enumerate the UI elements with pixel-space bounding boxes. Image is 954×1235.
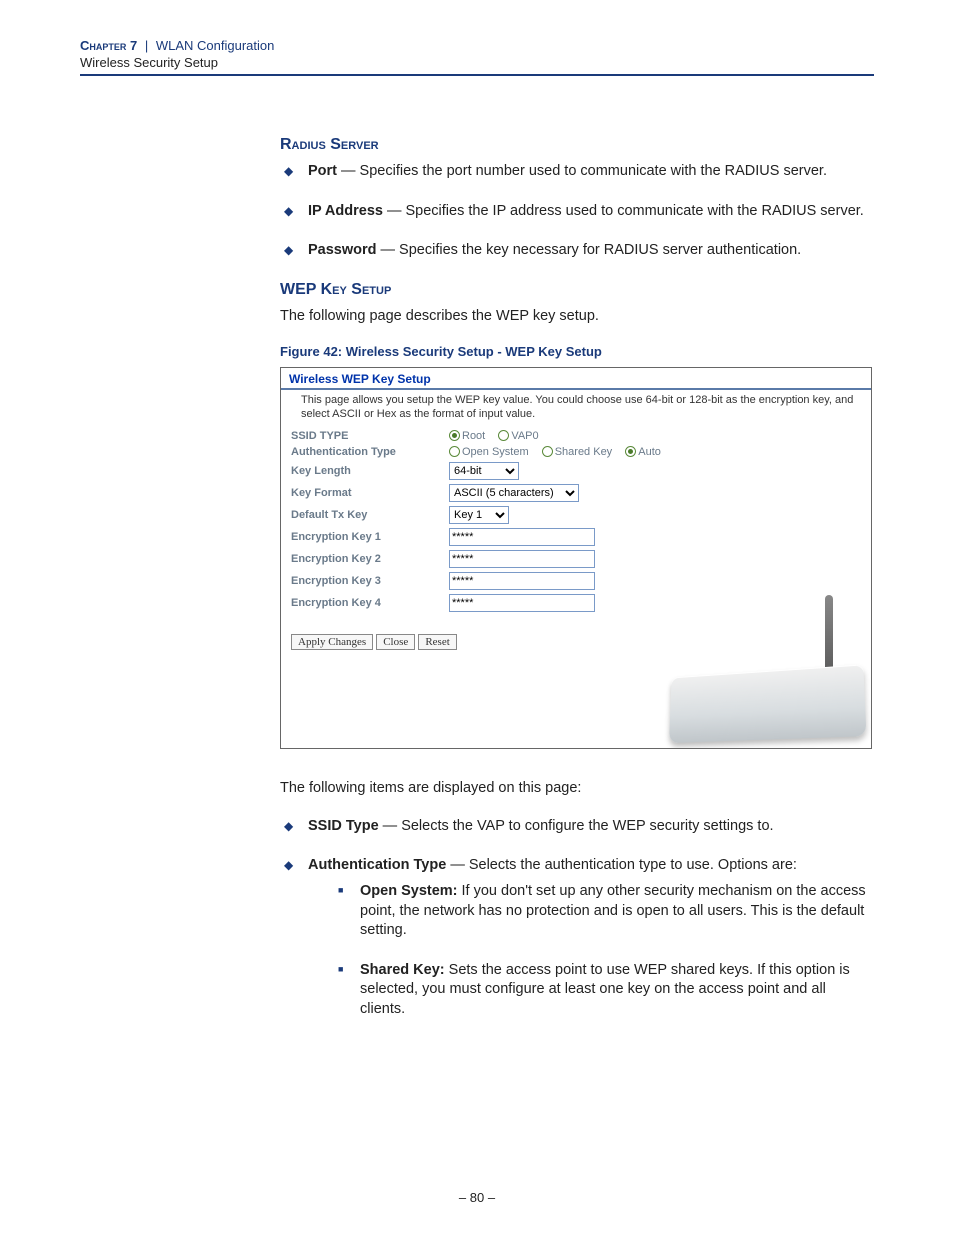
wep-screenshot: Wireless WEP Key Setup This page allows … — [280, 367, 872, 749]
radio-vap0[interactable] — [498, 430, 509, 441]
term: Port — [308, 163, 337, 179]
desc: — Specifies the IP address used to commu… — [383, 203, 864, 219]
desc: — Selects the VAP to configure the WEP s… — [379, 818, 774, 834]
input-enc-key-2[interactable] — [449, 550, 595, 568]
list-item: Port — Specifies the port number used to… — [280, 162, 874, 182]
panel-desc: This page allows you setup the WEP key v… — [281, 390, 871, 428]
router-image — [663, 600, 863, 740]
radio-open-system[interactable] — [449, 446, 460, 457]
input-enc-key-3[interactable] — [449, 572, 595, 590]
reset-button[interactable]: Reset — [418, 634, 456, 650]
term: Authentication Type — [308, 857, 446, 873]
chapter-label: Chapter 7 — [80, 38, 137, 53]
input-enc-key-4[interactable] — [449, 594, 595, 612]
list-item: SSID Type — Selects the VAP to configure… — [280, 817, 874, 837]
label-key-format: Key Format — [291, 482, 449, 504]
select-key-format[interactable]: ASCII (5 characters) — [449, 484, 579, 502]
wep-heading: WEP Key Setup — [280, 281, 874, 299]
desc: — Specifies the port number used to comm… — [337, 163, 827, 179]
select-key-length[interactable]: 64-bit — [449, 462, 519, 480]
label-key-length: Key Length — [291, 460, 449, 482]
list-item: IP Address — Specifies the IP address us… — [280, 202, 874, 222]
label-auth-type: Authentication Type — [291, 444, 449, 460]
wep-form: SSID TYPE Root VAP0 Authentication Type … — [291, 428, 679, 614]
term: SSID Type — [308, 818, 379, 834]
label-enc-key-2: Encryption Key 2 — [291, 548, 449, 570]
term: Open System: — [360, 883, 458, 899]
radius-heading: Radius Server — [280, 136, 874, 154]
label-default-tx-key: Default Tx Key — [291, 504, 449, 526]
panel-title: Wireless WEP Key Setup — [281, 368, 871, 390]
radio-shared-label: Shared Key — [555, 446, 612, 458]
desc: — Selects the authentication type to use… — [446, 857, 797, 873]
figure-caption: Figure 42: Wireless Security Setup - WEP… — [280, 344, 874, 359]
term: IP Address — [308, 203, 383, 219]
term: Password — [308, 242, 377, 258]
radio-shared-key[interactable] — [542, 446, 553, 457]
input-enc-key-1[interactable] — [449, 528, 595, 546]
list-item: Password — Specifies the key necessary f… — [280, 241, 874, 261]
label-ssid-type: SSID TYPE — [291, 428, 449, 444]
desc: — Specifies the key necessary for RADIUS… — [377, 242, 802, 258]
chapter-subtitle: Wireless Security Setup — [80, 55, 874, 70]
radio-auto[interactable] — [625, 446, 636, 457]
radio-root[interactable] — [449, 430, 460, 441]
wep-after: The following items are displayed on thi… — [280, 779, 874, 799]
page-number: – 80 – — [0, 1190, 954, 1205]
close-button[interactable]: Close — [376, 634, 415, 650]
list-item: Authentication Type — Selects the authen… — [280, 856, 874, 1019]
radius-list: Port — Specifies the port number used to… — [280, 162, 874, 261]
list-item: Shared Key: Sets the access point to use… — [336, 961, 874, 1020]
radio-root-label: Root — [462, 430, 485, 442]
radio-open-label: Open System — [462, 446, 529, 458]
wep-list: SSID Type — Selects the VAP to configure… — [280, 817, 874, 1020]
label-enc-key-1: Encryption Key 1 — [291, 526, 449, 548]
label-enc-key-4: Encryption Key 4 — [291, 592, 449, 614]
radio-vap0-label: VAP0 — [511, 430, 538, 442]
apply-changes-button[interactable]: Apply Changes — [291, 634, 373, 650]
auth-options-list: Open System: If you don't set up any oth… — [336, 882, 874, 1019]
wep-intro: The following page describes the WEP key… — [280, 307, 874, 327]
separator: | — [145, 38, 148, 53]
label-enc-key-3: Encryption Key 3 — [291, 570, 449, 592]
page-header: Chapter 7 | WLAN Configuration Wireless … — [0, 0, 954, 76]
select-default-tx-key[interactable]: Key 1 — [449, 506, 509, 524]
chapter-title: WLAN Configuration — [156, 38, 275, 53]
term: Shared Key: — [360, 962, 445, 978]
list-item: Open System: If you don't set up any oth… — [336, 882, 874, 941]
radio-auto-label: Auto — [638, 446, 661, 458]
